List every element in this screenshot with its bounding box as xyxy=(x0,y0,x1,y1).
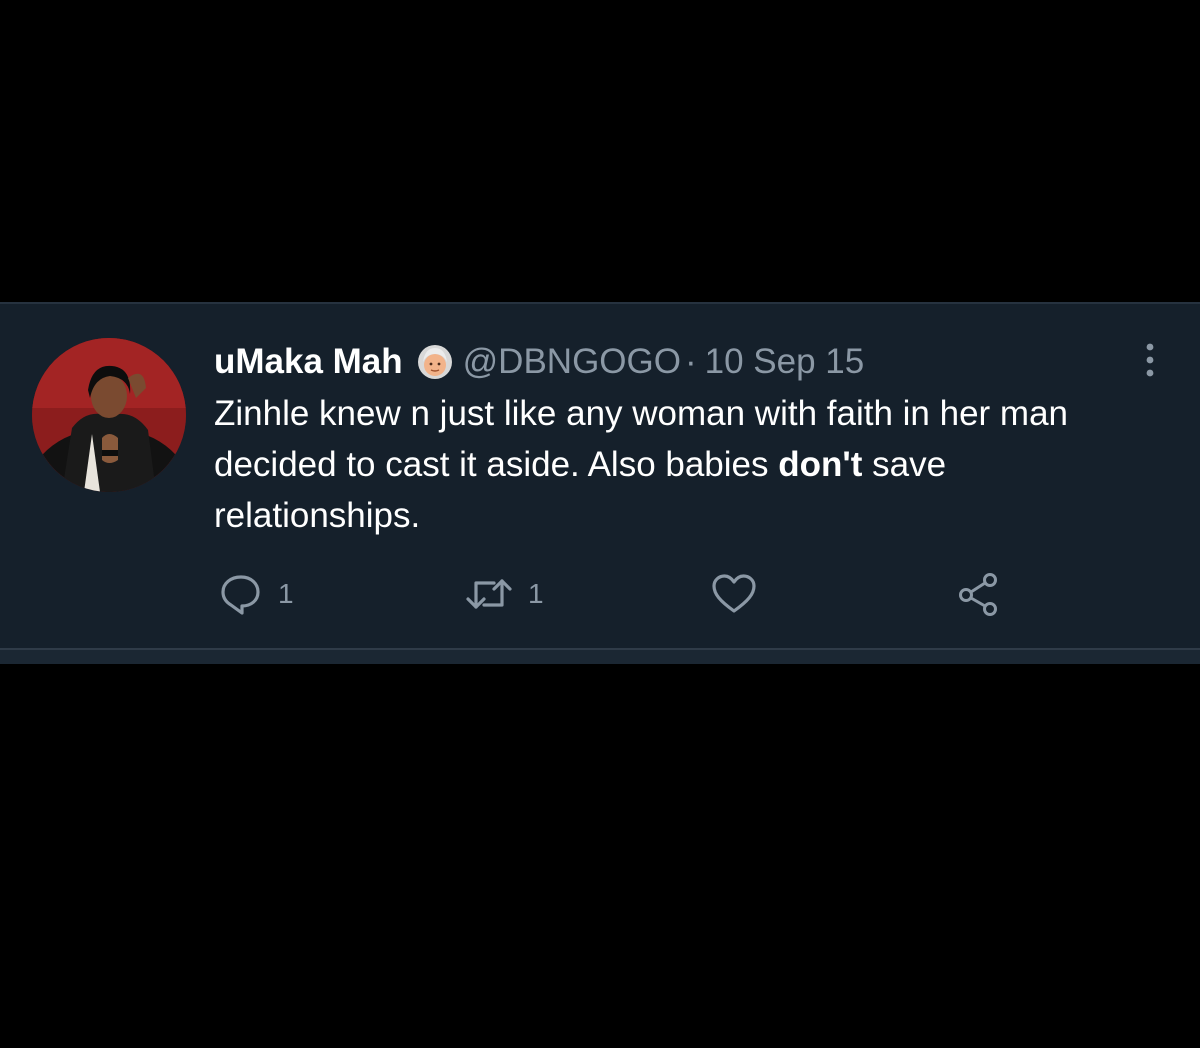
vertical-dots-icon xyxy=(1146,343,1154,377)
profile-photo xyxy=(32,338,186,492)
like-button[interactable] xyxy=(710,570,772,618)
more-options-button[interactable] xyxy=(1140,340,1160,380)
reply-button[interactable]: 1 xyxy=(218,570,294,618)
tweet-actions: 1 1 xyxy=(214,570,1034,618)
avatar[interactable] xyxy=(32,338,186,492)
tweet-text: Zinhle knew n just like any woman with f… xyxy=(214,388,1144,541)
older-woman-emoji-icon xyxy=(417,344,453,380)
header-separator: · xyxy=(684,342,697,381)
tweet-divider xyxy=(0,648,1200,664)
retweet-count: 1 xyxy=(528,578,544,609)
share-button[interactable] xyxy=(956,570,1016,618)
user-handle[interactable]: @DBNGOGO xyxy=(463,338,681,386)
display-name[interactable]: uMaka Mah xyxy=(214,338,403,386)
reply-bubble-icon xyxy=(221,575,260,615)
tweet-card[interactable]: uMaka Mah @DBNGOGO · 10 Sep 15 Zinhle kn… xyxy=(0,302,1200,648)
share-icon xyxy=(959,573,997,616)
tweet-header: uMaka Mah @DBNGOGO · 10 Sep 15 xyxy=(214,338,864,386)
reply-count: 1 xyxy=(278,578,294,609)
retweet-button[interactable]: 1 xyxy=(464,570,544,618)
heart-icon xyxy=(712,574,756,613)
tweet-date[interactable]: 10 Sep 15 xyxy=(705,338,865,386)
tweet-text-bold: don't xyxy=(778,445,863,484)
retweet-icon xyxy=(466,579,512,609)
